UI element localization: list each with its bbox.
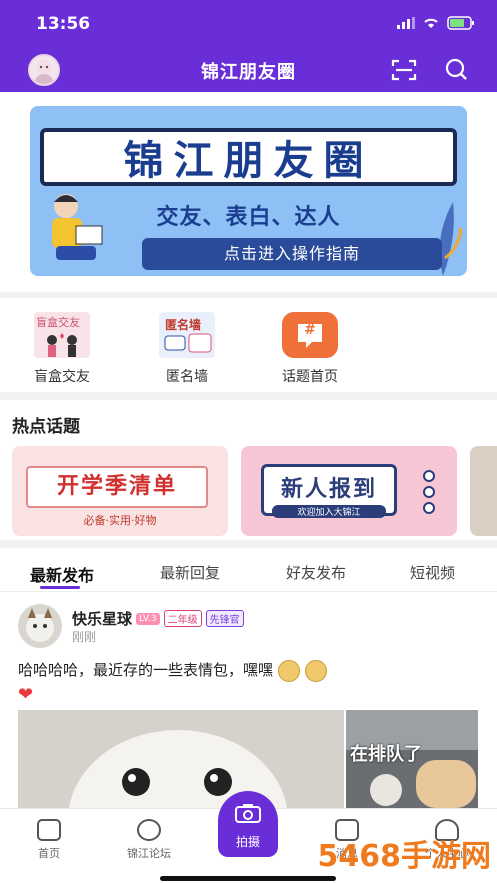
post-text-content: 哈哈哈哈，最近存的一些表情包，嘿嘿 (18, 661, 274, 679)
bottom-nav: 首页 锦江论坛 拍摄 消息 个人中心 5468手游网 (0, 791, 497, 883)
guide-banner[interactable]: 锦江朋友圈 交友、表白、达人 点击进入操作指南 (30, 106, 467, 276)
wifi-icon (424, 18, 438, 28)
home-indicator (160, 876, 336, 881)
topic-card-subtitle: 必备·实用·好物 (83, 514, 157, 527)
post-image-caption: 在排队了 (350, 744, 422, 765)
nav-label: 拍摄 (235, 835, 260, 849)
guide-button[interactable]: 点击进入操作指南 (142, 238, 442, 270)
topic-card-title: 新人报到 (280, 477, 377, 502)
banner-section: 锦江朋友圈 交友、表白、达人 点击进入操作指南 (0, 92, 497, 292)
status-bar: 13:56 (0, 0, 497, 48)
hot-topics-section: 热点话题 开学季清单 必备·实用·好物 新人报到 欢迎加入大锦江 (0, 400, 497, 540)
doge-emoji-icon (277, 659, 300, 682)
signal-icon (397, 17, 415, 29)
post-image[interactable]: 在排队了 (346, 710, 478, 808)
title-bar: 锦江朋友圈 (0, 48, 497, 92)
feed-tabs: 最新发布 最新回复 好友发布 短视频 (0, 548, 497, 592)
quick-entries: 盲盒交友 盲盒交友 匿名墙 匿名墙 # 话题首页 (0, 298, 497, 392)
battery-icon (447, 16, 474, 30)
heart-emoji-icon: ❤ (18, 684, 34, 705)
nav-camera[interactable]: 拍摄 (218, 791, 278, 857)
home-icon (37, 819, 61, 841)
character-illustration (52, 194, 103, 260)
quick-label: 话题首页 (282, 369, 338, 385)
active-tab-indicator (40, 586, 80, 589)
anonymous-wall-icon: 匿名墙 (159, 312, 215, 358)
status-icons (397, 16, 475, 30)
doge-emoji-icon (304, 659, 327, 682)
quick-blind-box[interactable]: 盲盒交友 盲盒交友 (22, 312, 102, 386)
quick-topic-home[interactable]: # 话题首页 (270, 312, 350, 386)
topic-icon: # (282, 312, 338, 358)
topic-card-box: 新人报到 欢迎加入大锦江 (261, 464, 397, 518)
search-icon[interactable] (443, 56, 469, 82)
tab-latest-replies[interactable]: 最新回复 (160, 562, 220, 583)
post-text: 哈哈哈哈，最近存的一些表情包，嘿嘿 (18, 658, 478, 682)
feed-section: 最新发布 最新回复 好友发布 短视频 快乐星球 LV.3 二年级 先锋官 刚刚 … (0, 548, 497, 808)
status-time: 13:56 (36, 14, 91, 34)
blind-box-icon: 盲盒交友 (34, 312, 90, 358)
topic-card-title: 开学季清单 (26, 466, 208, 508)
watermark-logo: 5468手游网 (317, 839, 492, 874)
post-username[interactable]: 快乐星球 (72, 608, 132, 629)
tab-short-videos[interactable]: 短视频 (410, 562, 455, 583)
nav-forum[interactable]: 锦江论坛 (114, 819, 184, 861)
post-user-info: 快乐星球 LV.3 二年级 先锋官 (72, 608, 244, 629)
quick-label: 盲盒交友 (34, 369, 90, 385)
hot-topics-title: 热点话题 (12, 417, 80, 437)
nav-label: 首页 (38, 847, 60, 860)
topic-card[interactable]: 新人报到 欢迎加入大锦江 (241, 446, 457, 536)
topic-card-partial[interactable] (470, 446, 497, 536)
tab-friend-posts[interactable]: 好友发布 (286, 562, 346, 583)
nav-home[interactable]: 首页 (14, 819, 84, 861)
topic-card[interactable]: 开学季清单 必备·实用·好物 (12, 446, 228, 536)
level-badge: LV.3 (136, 612, 160, 625)
nav-label: 锦江论坛 (127, 847, 171, 860)
quick-anonymous-wall[interactable]: 匿名墙 匿名墙 (147, 312, 227, 386)
grade-badge: 二年级 (163, 610, 202, 627)
topic-card-subtitle: 欢迎加入大锦江 (272, 505, 386, 518)
page-title: 锦江朋友圈 (201, 62, 296, 83)
tab-latest-posts[interactable]: 最新发布 (30, 562, 94, 586)
post-time: 刚刚 (72, 630, 97, 644)
scan-icon[interactable] (391, 58, 417, 82)
forum-icon (137, 819, 161, 841)
decor-dots (423, 470, 435, 514)
post-image[interactable] (18, 710, 344, 808)
app-header: 13:56 锦江朋友圈 (0, 0, 497, 92)
banner-title: 锦江朋友圈 (40, 128, 457, 186)
camera-icon (235, 804, 261, 823)
role-badge: 先锋官 (205, 610, 244, 627)
quick-label: 匿名墙 (166, 369, 208, 385)
post-avatar[interactable] (18, 604, 62, 648)
